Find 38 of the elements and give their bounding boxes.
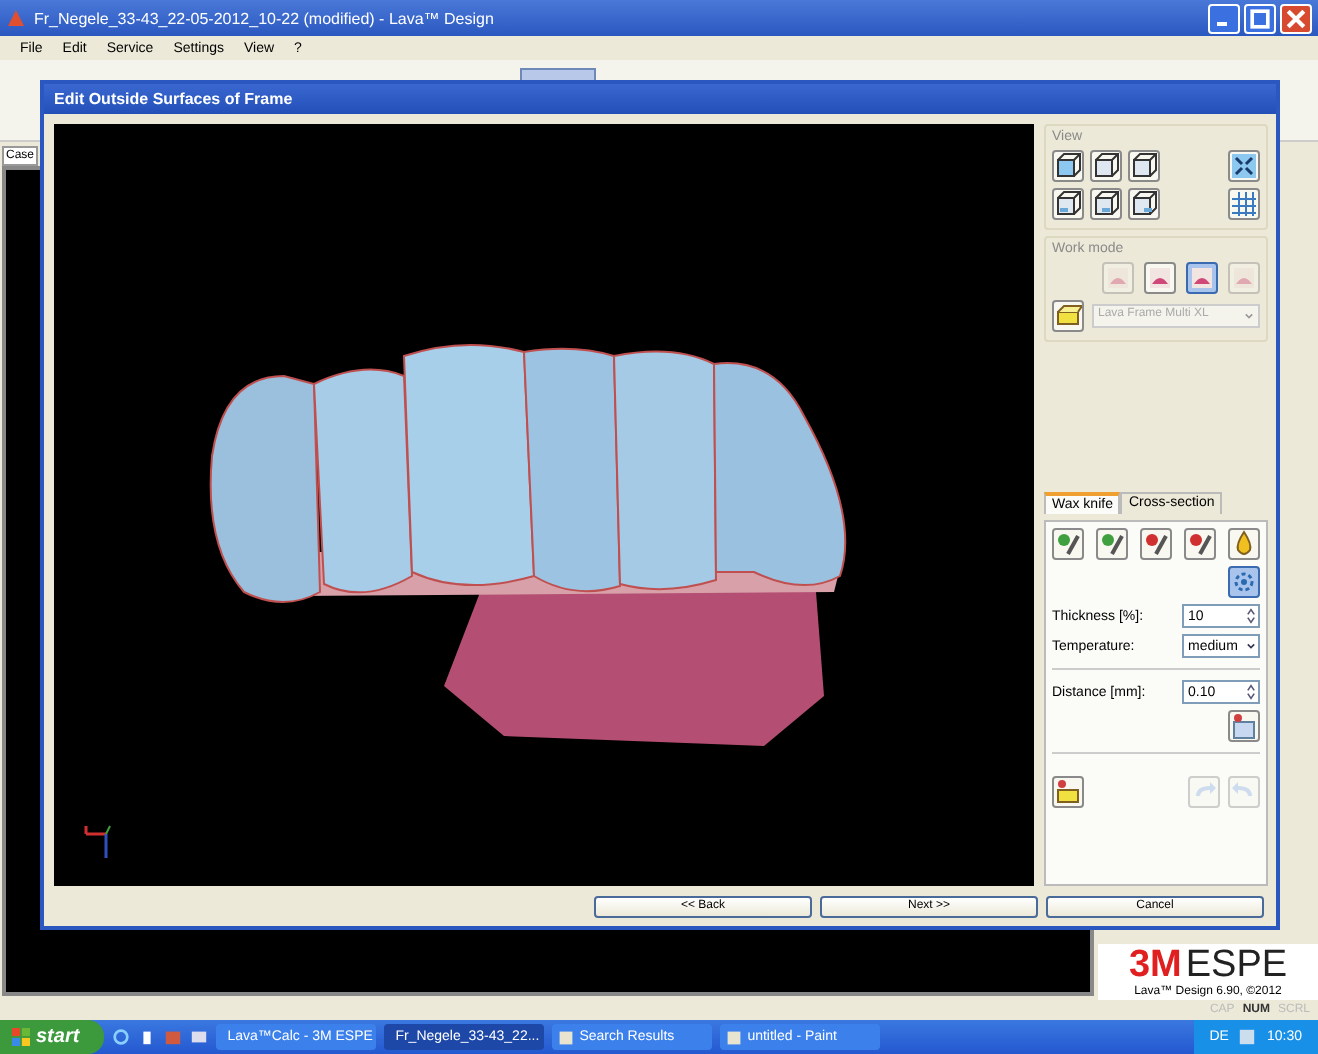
cube-view-icon[interactable]: [1052, 150, 1084, 182]
drop-icon[interactable]: [1228, 528, 1260, 560]
cube-view-icon[interactable]: [1128, 188, 1160, 220]
apply-icon[interactable]: [1228, 710, 1260, 742]
3d-viewport[interactable]: [54, 124, 1034, 886]
settings-icon[interactable]: [1228, 566, 1260, 598]
window-title: Fr_Negele_33-43_22-05-2012_10-22 (modified) - Lava™ Design: [34, 9, 496, 27]
dialog-title: Edit Outside Surfaces of Frame: [54, 90, 293, 108]
spin-arrows-icon[interactable]: [1246, 608, 1256, 624]
minimize-button[interactable]: [1208, 3, 1240, 33]
app-icon: [557, 1029, 574, 1045]
maximize-icon: [1246, 5, 1274, 31]
close-button[interactable]: [1280, 3, 1312, 33]
fit-view-icon[interactable]: [1228, 150, 1260, 182]
reset-icon[interactable]: [1052, 776, 1084, 808]
logo-text: ESPE: [1185, 946, 1288, 984]
grid-icon[interactable]: [1228, 188, 1260, 220]
work-mode-icon[interactable]: [1144, 262, 1176, 294]
app-logo-icon: [6, 8, 26, 28]
cube-view-icon[interactable]: [1052, 188, 1084, 220]
work-mode-icon[interactable]: [1186, 262, 1218, 294]
spin-arrows-icon[interactable]: [1246, 684, 1256, 700]
cube-view-icon[interactable]: [1090, 150, 1122, 182]
material-block-icon[interactable]: [1052, 300, 1084, 332]
cube-view-icon[interactable]: [1128, 150, 1160, 182]
logo-mark: 3M: [1128, 946, 1182, 984]
cube-view-icon[interactable]: [1090, 188, 1122, 220]
minimize-icon: [1216, 21, 1228, 25]
app-icon: [725, 1029, 742, 1045]
start-button[interactable]: start: [0, 1020, 104, 1054]
wax-knife-tool-icon[interactable]: [1096, 528, 1128, 560]
wax-knife-tool-icon[interactable]: [1140, 528, 1172, 560]
maximize-button[interactable]: [1244, 3, 1276, 33]
windows-logo-icon: [12, 1028, 30, 1046]
axis-indicator-icon: [82, 822, 114, 862]
close-icon: [1282, 5, 1310, 31]
wax-knife-tool-icon[interactable]: [1184, 528, 1216, 560]
wax-knife-tool-icon[interactable]: [1052, 528, 1084, 560]
